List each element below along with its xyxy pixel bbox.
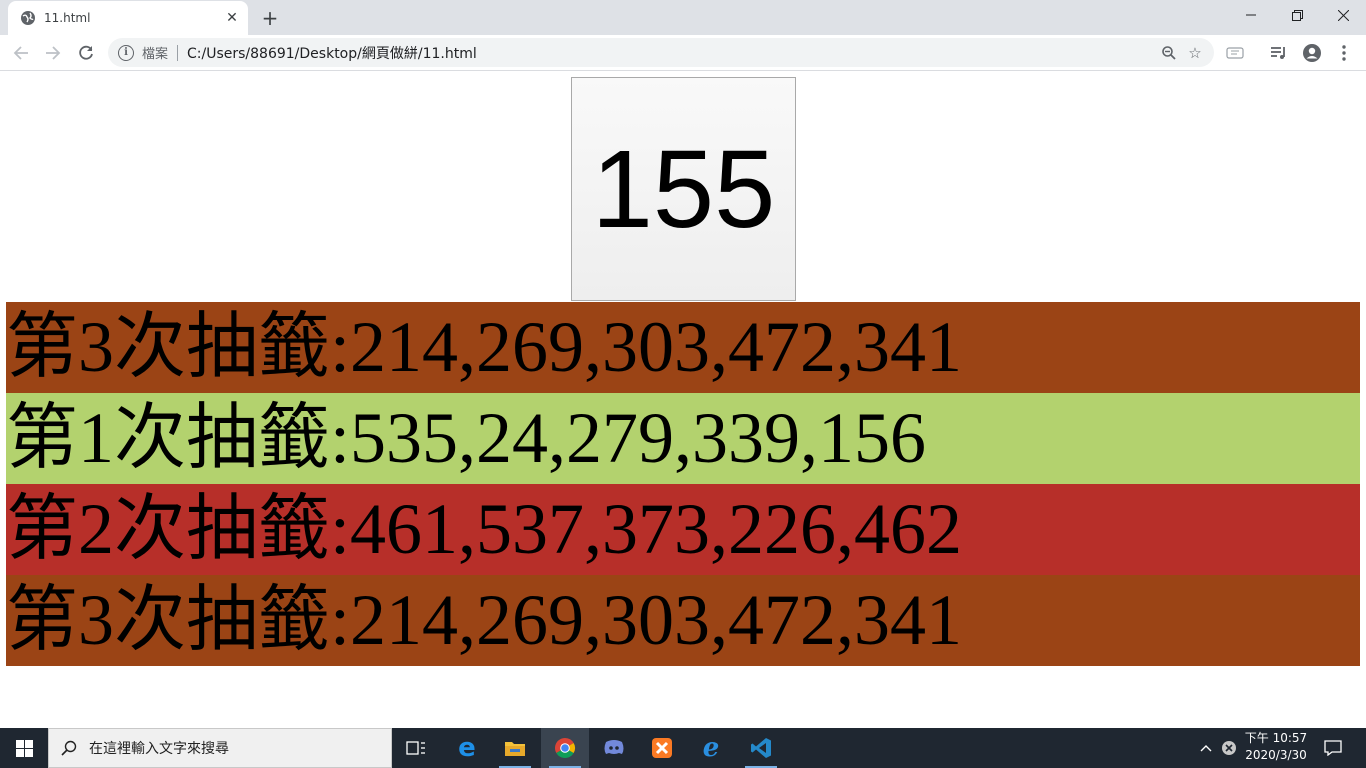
- taskbar: 在這裡輸入文字來搜尋 e e 下午 10:57 2020/3/30: [0, 728, 1366, 768]
- star-icon[interactable]: ☆: [1182, 40, 1208, 66]
- draw-result-row: 第3次抽籤:214,269,303,472,341: [6, 302, 1360, 393]
- ie-icon[interactable]: e: [687, 728, 735, 768]
- notification-icon[interactable]: [1320, 728, 1346, 768]
- edge-icon[interactable]: e: [443, 728, 491, 768]
- system-clock[interactable]: 下午 10:57 2020/3/30: [1232, 730, 1320, 766]
- info-icon[interactable]: i: [118, 44, 134, 61]
- browser-toolbar: i 檔案 C:/Users/88691/Desktop/網頁做絣/11.html…: [0, 35, 1366, 71]
- draw-result-row: 第1次抽籤:535,24,279,339,156: [6, 393, 1360, 484]
- chrome-icon[interactable]: [541, 728, 589, 768]
- draw-result-row: 第3次抽籤:214,269,303,472,341: [6, 575, 1360, 666]
- start-button[interactable]: [0, 728, 48, 768]
- clock-date: 2020/3/30: [1245, 748, 1307, 762]
- divider: [177, 44, 179, 61]
- extension-ticket-icon[interactable]: [1222, 40, 1248, 66]
- tab-strip: 11.html ✕ +: [0, 0, 1366, 35]
- restore-icon[interactable]: [1274, 0, 1320, 30]
- clock-time: 下午 10:57: [1244, 731, 1308, 745]
- back-arrow-icon[interactable]: [8, 40, 34, 66]
- taskbar-search[interactable]: 在這裡輸入文字來搜尋: [48, 728, 392, 768]
- url-text[interactable]: C:/Users/88691/Desktop/網頁做絣/11.html: [187, 43, 1156, 63]
- plus-icon[interactable]: +: [258, 6, 282, 30]
- draw-result-row: 第2次抽籤:461,537,373,226,462: [6, 484, 1360, 575]
- counter-display[interactable]: 155: [571, 77, 796, 301]
- scheme-label: 檔案: [142, 47, 169, 62]
- tab-title: 11.html: [44, 11, 91, 25]
- zoom-icon[interactable]: [1156, 40, 1182, 66]
- vscode-icon[interactable]: [737, 728, 785, 768]
- xampp-icon[interactable]: [638, 728, 686, 768]
- search-placeholder: 在這裡輸入文字來搜尋: [89, 741, 229, 757]
- task-view-icon[interactable]: [392, 728, 440, 768]
- address-bar[interactable]: i 檔案 C:/Users/88691/Desktop/網頁做絣/11.html…: [108, 38, 1214, 67]
- forward-arrow-icon[interactable]: [40, 40, 66, 66]
- chevron-up-icon[interactable]: [1196, 728, 1216, 768]
- menu-kebab-icon[interactable]: [1331, 40, 1357, 66]
- discord-icon[interactable]: [590, 728, 638, 768]
- file-explorer-icon[interactable]: [491, 728, 539, 768]
- close-icon[interactable]: ✕: [222, 8, 242, 28]
- close-icon[interactable]: [1320, 0, 1366, 30]
- media-control-icon[interactable]: [1266, 40, 1292, 66]
- windows-logo-icon: [15, 739, 33, 757]
- profile-icon[interactable]: [1299, 40, 1325, 66]
- reload-icon[interactable]: [73, 40, 99, 66]
- globe-icon: [20, 10, 36, 26]
- search-icon: [61, 740, 77, 756]
- browser-tab[interactable]: 11.html ✕: [8, 1, 248, 35]
- minimize-icon[interactable]: [1228, 0, 1274, 30]
